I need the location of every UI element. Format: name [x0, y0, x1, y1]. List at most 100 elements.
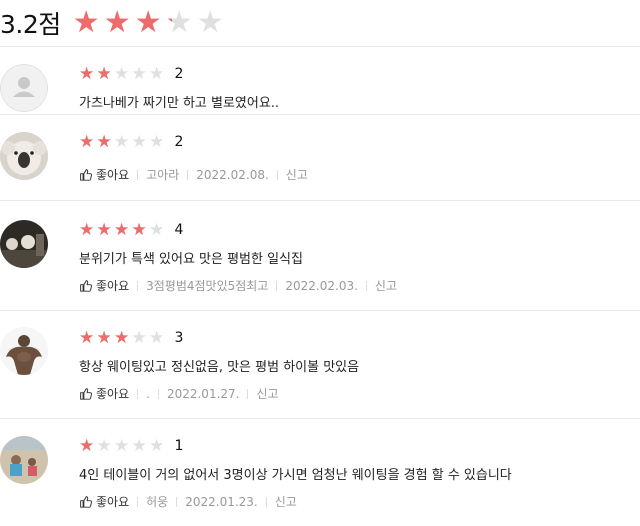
filled-star-icon: ★ ★ — [114, 327, 130, 348]
empty-star-icon: ★ — [196, 5, 224, 40]
rating-number: 1 — [174, 438, 184, 454]
beach-photo-avatar-icon[interactable] — [0, 436, 48, 484]
thumbs-up-icon — [80, 169, 92, 181]
review-stars: ★ ★ ★ ★ ★ ★ — [79, 435, 167, 456]
author-name[interactable]: 허웅 — [146, 493, 168, 510]
review-rating: ★ ★ ★ ★ ★ ★ ★ 2 — [79, 64, 640, 84]
author-name[interactable]: . — [146, 387, 150, 401]
empty-star-icon: ★ — [149, 327, 165, 348]
partial-star-icon: ★★ — [165, 5, 193, 40]
muscle-man-avatar-icon[interactable] — [0, 327, 48, 375]
divider — [157, 388, 159, 399]
review-item: ★ ★ ★ ★ ★ ★ ★ 2 가츠나베가 짜기만 하고 별로였어요.. — [0, 47, 640, 115]
like-button[interactable]: 좋아요 — [79, 385, 129, 402]
review-item: ★ ★ ★ ★ ★ ★ ★ ★ 3 항상 웨이팅있고 정신없음, 맛은 평범 하이볼 맛있음 … — [0, 311, 640, 419]
filled-star-icon: ★ ★ — [96, 131, 112, 152]
divider — [276, 280, 278, 291]
filled-star-icon: ★ ★ — [131, 219, 147, 240]
review-date: 2022.01.27. — [166, 386, 240, 401]
thumbs-up-icon — [80, 280, 92, 292]
thumbs-up-icon — [80, 496, 92, 508]
average-score: 3.2점 — [0, 10, 61, 39]
rating-number: 2 — [174, 66, 184, 82]
like-button[interactable]: 좋아요 — [79, 493, 129, 510]
filled-star-icon: ★ ★ — [103, 5, 131, 40]
filled-star-icon: ★ ★ — [114, 219, 130, 240]
filled-star-icon: ★ ★ — [79, 327, 95, 348]
author-name[interactable]: 3점평범4점맛있5점최고 — [146, 277, 268, 294]
like-button[interactable]: 좋아요 — [79, 166, 129, 183]
rating-number: 2 — [174, 134, 184, 150]
dark-scene-avatar-icon[interactable] — [0, 220, 48, 268]
filled-star-icon: ★ ★ — [79, 63, 95, 84]
divider — [365, 280, 367, 291]
empty-star-icon: ★ — [149, 435, 165, 456]
review-item: ★ ★ ★ ★ ★ ★ ★ ★ ★ 4 분위기가 특색 있어요 맛은 평범한 일식집 좋아요 3… — [0, 201, 640, 311]
report-link[interactable]: 신고 — [256, 385, 278, 402]
report-link[interactable]: 신고 — [286, 166, 308, 183]
filled-star-icon: ★ ★ — [79, 219, 95, 240]
review-rating: ★ ★ ★ ★ ★ ★ ★ ★ 3 — [79, 328, 640, 348]
report-link[interactable]: 신고 — [275, 493, 297, 510]
author-name[interactable]: 고아라 — [146, 166, 179, 183]
review-rating: ★ ★ ★ ★ ★ ★ 1 — [79, 436, 640, 456]
filled-star-icon: ★ ★ — [79, 435, 95, 456]
thumbs-up-icon — [80, 388, 92, 400]
filled-star-icon: ★ ★ — [72, 5, 100, 40]
empty-star-icon: ★ — [149, 63, 165, 84]
review-rating: ★ ★ ★ ★ ★ ★ ★ ★ ★ 4 — [79, 220, 640, 240]
review-meta: 좋아요 고아라 2022.02.08. 신고 — [79, 166, 640, 183]
empty-star-icon: ★ — [131, 63, 147, 84]
review-stars: ★ ★ ★ ★ ★ ★ ★ ★ ★ — [79, 219, 167, 240]
report-link[interactable]: 신고 — [375, 277, 397, 294]
review-text: 가츠나베가 짜기만 하고 별로였어요.. — [79, 96, 280, 111]
divider — [187, 169, 189, 180]
koala-avatar-icon[interactable] — [0, 132, 48, 180]
empty-star-icon: ★ — [114, 63, 130, 84]
review-meta: 좋아요 허웅 2022.01.23. 신고 — [79, 493, 640, 510]
review-date: 2022.01.23. — [185, 494, 258, 509]
like-label: 좋아요 — [96, 495, 130, 509]
filled-star-icon: ★ ★ — [79, 131, 95, 152]
empty-star-icon: ★ — [131, 435, 147, 456]
review-stars: ★ ★ ★ ★ ★ ★ ★ ★ — [79, 327, 167, 348]
rating-number: 4 — [174, 222, 184, 238]
divider — [137, 388, 139, 399]
filled-star-icon: ★ ★ — [96, 219, 112, 240]
review-rating: ★ ★ ★ ★ ★ ★ ★ 2 — [79, 132, 640, 152]
review-item: ★ ★ ★ ★ ★ ★ ★ 2 좋아요 고아라 2022.02.08. 신고 — [0, 115, 640, 201]
average-stars: ★★★★★★★★★ — [73, 8, 228, 38]
empty-star-icon: ★ — [149, 219, 165, 240]
review-stars: ★ ★ ★ ★ ★ ★ ★ — [79, 63, 167, 84]
filled-star-icon: ★ ★ — [96, 63, 112, 84]
review-meta: 좋아요 . 2022.01.27. 신고 — [79, 385, 640, 402]
like-label: 좋아요 — [96, 168, 130, 182]
like-label: 좋아요 — [96, 387, 130, 401]
filled-star-icon: ★ ★ — [134, 5, 162, 40]
review-item: ★ ★ ★ ★ ★ ★ 1 4인 테이블이 거의 없어서 3명이상 가시면 엄청난 웨이팅… — [0, 419, 640, 526]
divider — [247, 388, 249, 399]
divider — [276, 169, 278, 180]
filled-star-icon: ★ ★ — [96, 327, 112, 348]
default-person-avatar-icon[interactable] — [0, 64, 48, 112]
rating-summary: 3.2점 ★★★★★★★★★ — [0, 0, 640, 47]
review-text: 분위기가 특색 있어요 맛은 평범한 일식집 — [79, 252, 303, 267]
divider — [265, 496, 267, 507]
empty-star-icon: ★ — [96, 435, 112, 456]
empty-star-icon: ★ — [149, 131, 165, 152]
review-date: 2022.02.08. — [196, 167, 269, 182]
like-button[interactable]: 좋아요 — [79, 277, 129, 294]
rating-number: 3 — [174, 330, 184, 346]
divider — [137, 169, 139, 180]
review-text: 4인 테이블이 거의 없어서 3명이상 가시면 엄청난 웨이팅을 경험 할 수 … — [79, 468, 512, 483]
review-text: 항상 웨이팅있고 정신없음, 맛은 평범 하이볼 맛있음 — [79, 360, 360, 375]
empty-star-icon: ★ — [131, 131, 147, 152]
divider — [137, 280, 139, 291]
empty-star-icon: ★ — [114, 131, 130, 152]
empty-star-icon: ★ — [131, 327, 147, 348]
review-date: 2022.02.03. — [285, 278, 358, 293]
review-stars: ★ ★ ★ ★ ★ ★ ★ — [79, 131, 167, 152]
review-meta: 좋아요 3점평범4점맛있5점최고 2022.02.03. 신고 — [79, 277, 640, 294]
divider — [137, 496, 139, 507]
like-label: 좋아요 — [96, 279, 130, 293]
